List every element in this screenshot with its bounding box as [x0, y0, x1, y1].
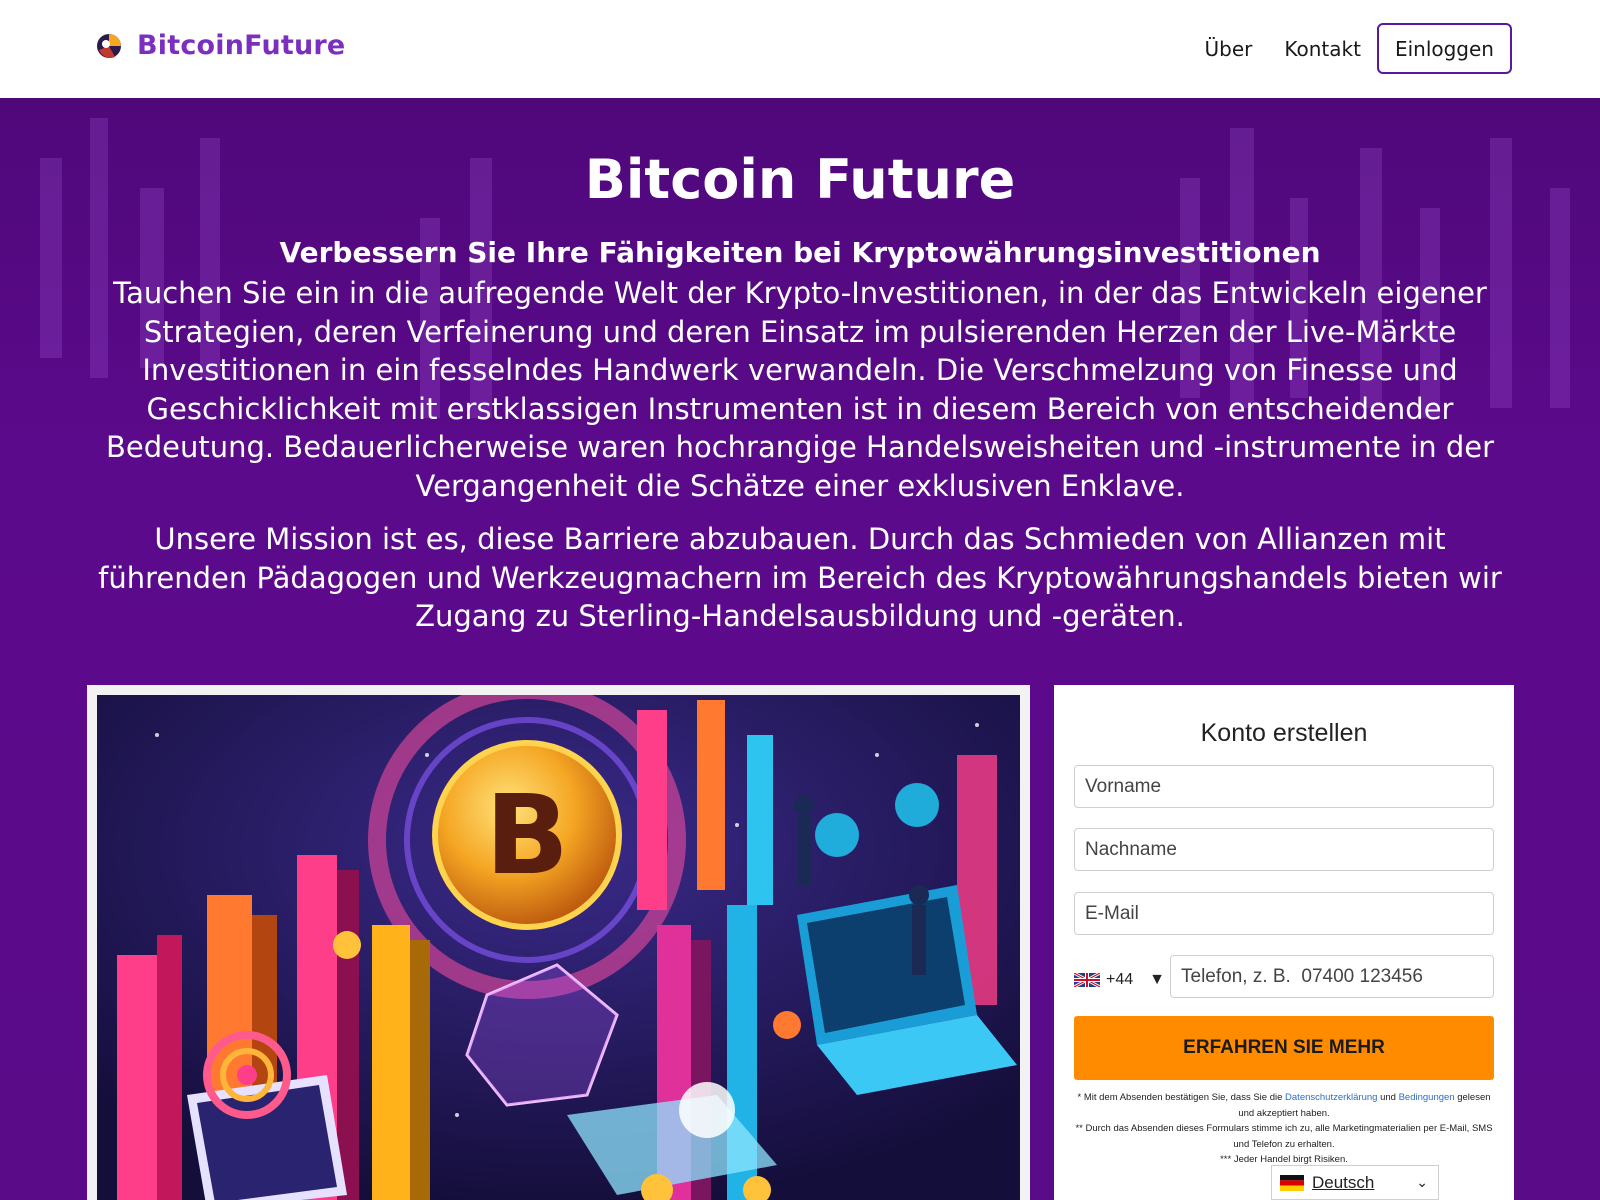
- disclaimer-risk: *** Jeder Handel birgt Risiken.: [1220, 1154, 1348, 1165]
- hero-paragraph-1: Tauchen Sie ein in die aufregende Welt d…: [105, 276, 1495, 503]
- submit-button[interactable]: ERFAHREN SIE MEHR: [1074, 1016, 1494, 1080]
- chevron-down-icon: ⌄: [1416, 1174, 1428, 1190]
- hero-image-frame: B: [87, 685, 1030, 1200]
- disclaimer-marketing: ** Durch das Absenden dieses Formulars s…: [1075, 1123, 1493, 1150]
- first-name-input[interactable]: [1074, 765, 1494, 808]
- brand[interactable]: BitcoinFuture: [95, 30, 345, 61]
- terms-link[interactable]: Bedingungen: [1399, 1092, 1455, 1103]
- svg-text:B: B: [485, 771, 569, 899]
- hero-paragraph-2: Unsere Mission ist es, diese Barriere ab…: [98, 522, 1502, 633]
- uk-flag-icon: [1074, 972, 1100, 987]
- login-button[interactable]: Einloggen: [1376, 23, 1512, 74]
- country-code-select[interactable]: +44 ▼: [1074, 958, 1166, 1001]
- form-disclaimer: * Mit dem Absenden bestätigen Sie, dass …: [1074, 1090, 1494, 1168]
- country-code-label: +44: [1106, 970, 1134, 988]
- hero-subtitle: Verbessern Sie Ihre Fähigkeiten bei Kryp…: [279, 236, 1321, 269]
- crypto-illustration: B: [97, 695, 1020, 1200]
- language-label: Deutsch: [1312, 1172, 1375, 1192]
- top-navbar: BitcoinFuture Über Kontakt Einloggen: [0, 0, 1600, 98]
- hero-title: Bitcoin Future: [584, 148, 1016, 211]
- nav-link-about[interactable]: Über: [1205, 37, 1253, 61]
- main-nav: Über Kontakt Einloggen: [1205, 23, 1512, 74]
- brand-name: BitcoinFuture: [137, 30, 346, 61]
- nav-link-contact[interactable]: Kontakt: [1284, 37, 1361, 61]
- dropdown-triangle-icon: ▼: [1149, 970, 1165, 988]
- language-selector[interactable]: Deutsch ⌄: [1271, 1165, 1439, 1200]
- german-flag-icon: [1280, 1174, 1304, 1191]
- disclaimer-and: und: [1377, 1092, 1399, 1103]
- signup-form: Konto erstellen +44 ▼ ERFAHREN SIE MEHR …: [1054, 685, 1514, 1200]
- bitcoin-city-illustration: B: [97, 695, 1020, 1200]
- brand-logo-icon: [97, 33, 121, 58]
- last-name-input[interactable]: [1074, 828, 1494, 871]
- phone-input[interactable]: [1170, 955, 1494, 998]
- privacy-policy-link[interactable]: Datenschutzerklärung: [1285, 1092, 1377, 1103]
- form-title: Konto erstellen: [1200, 719, 1368, 747]
- email-input[interactable]: [1074, 892, 1494, 935]
- disclaimer-text-1: * Mit dem Absenden bestätigen Sie, dass …: [1077, 1092, 1286, 1103]
